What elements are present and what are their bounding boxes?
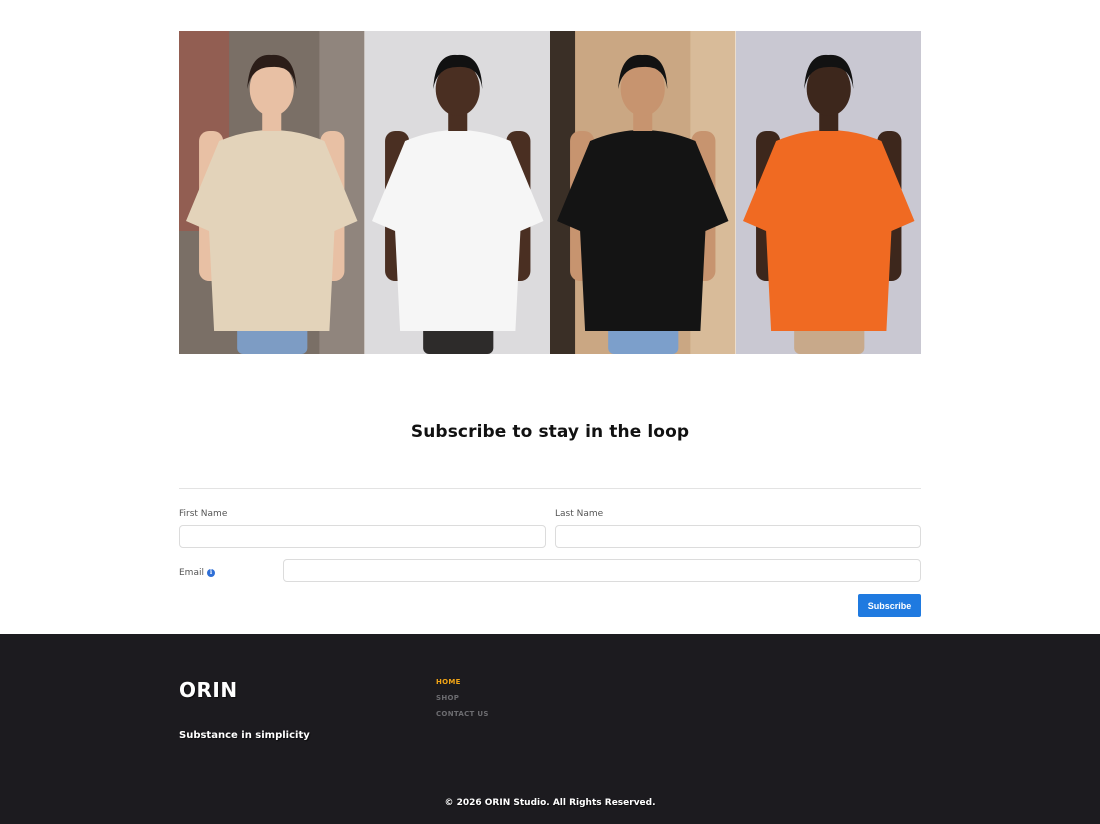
- last-name-label: Last Name: [555, 509, 604, 519]
- lookbook-gallery: [179, 31, 921, 354]
- gallery-image-2: [364, 31, 550, 354]
- model-white-tee-photo: [364, 31, 550, 354]
- model-black-tee-photo: [550, 31, 736, 354]
- model-orange-tee-photo: [735, 31, 921, 354]
- footer-tagline: Substance in simplicity: [179, 730, 310, 741]
- info-icon[interactable]: i: [206, 569, 215, 577]
- footer-brand-logo[interactable]: ORIN: [179, 678, 238, 702]
- email-field[interactable]: [283, 559, 921, 582]
- last-name-field[interactable]: [555, 525, 921, 548]
- copyright-text: © 2026 ORIN Studio. All Rights Reserved.: [444, 798, 656, 808]
- subscribe-heading: Subscribe to stay in the loop: [410, 422, 690, 442]
- gallery-image-3: [550, 31, 736, 354]
- site-footer: ORIN Substance in simplicity HOME SHOP C…: [0, 634, 1100, 824]
- model-beige-tee-photo: [179, 31, 365, 354]
- first-name-label: First Name: [179, 509, 228, 519]
- footer-nav: HOME SHOP CONTACT US: [436, 674, 489, 722]
- subscribe-button[interactable]: Subscribe: [858, 594, 921, 617]
- first-name-field[interactable]: [179, 525, 546, 548]
- email-label: Email: [179, 568, 204, 578]
- footer-nav-shop[interactable]: SHOP: [436, 690, 489, 706]
- form-divider: [179, 488, 921, 489]
- footer-nav-home[interactable]: HOME: [436, 674, 489, 690]
- gallery-image-1: [179, 31, 365, 354]
- footer-nav-contact[interactable]: CONTACT US: [436, 706, 489, 722]
- gallery-image-4: [735, 31, 921, 354]
- email-label-group: Email i: [179, 568, 215, 578]
